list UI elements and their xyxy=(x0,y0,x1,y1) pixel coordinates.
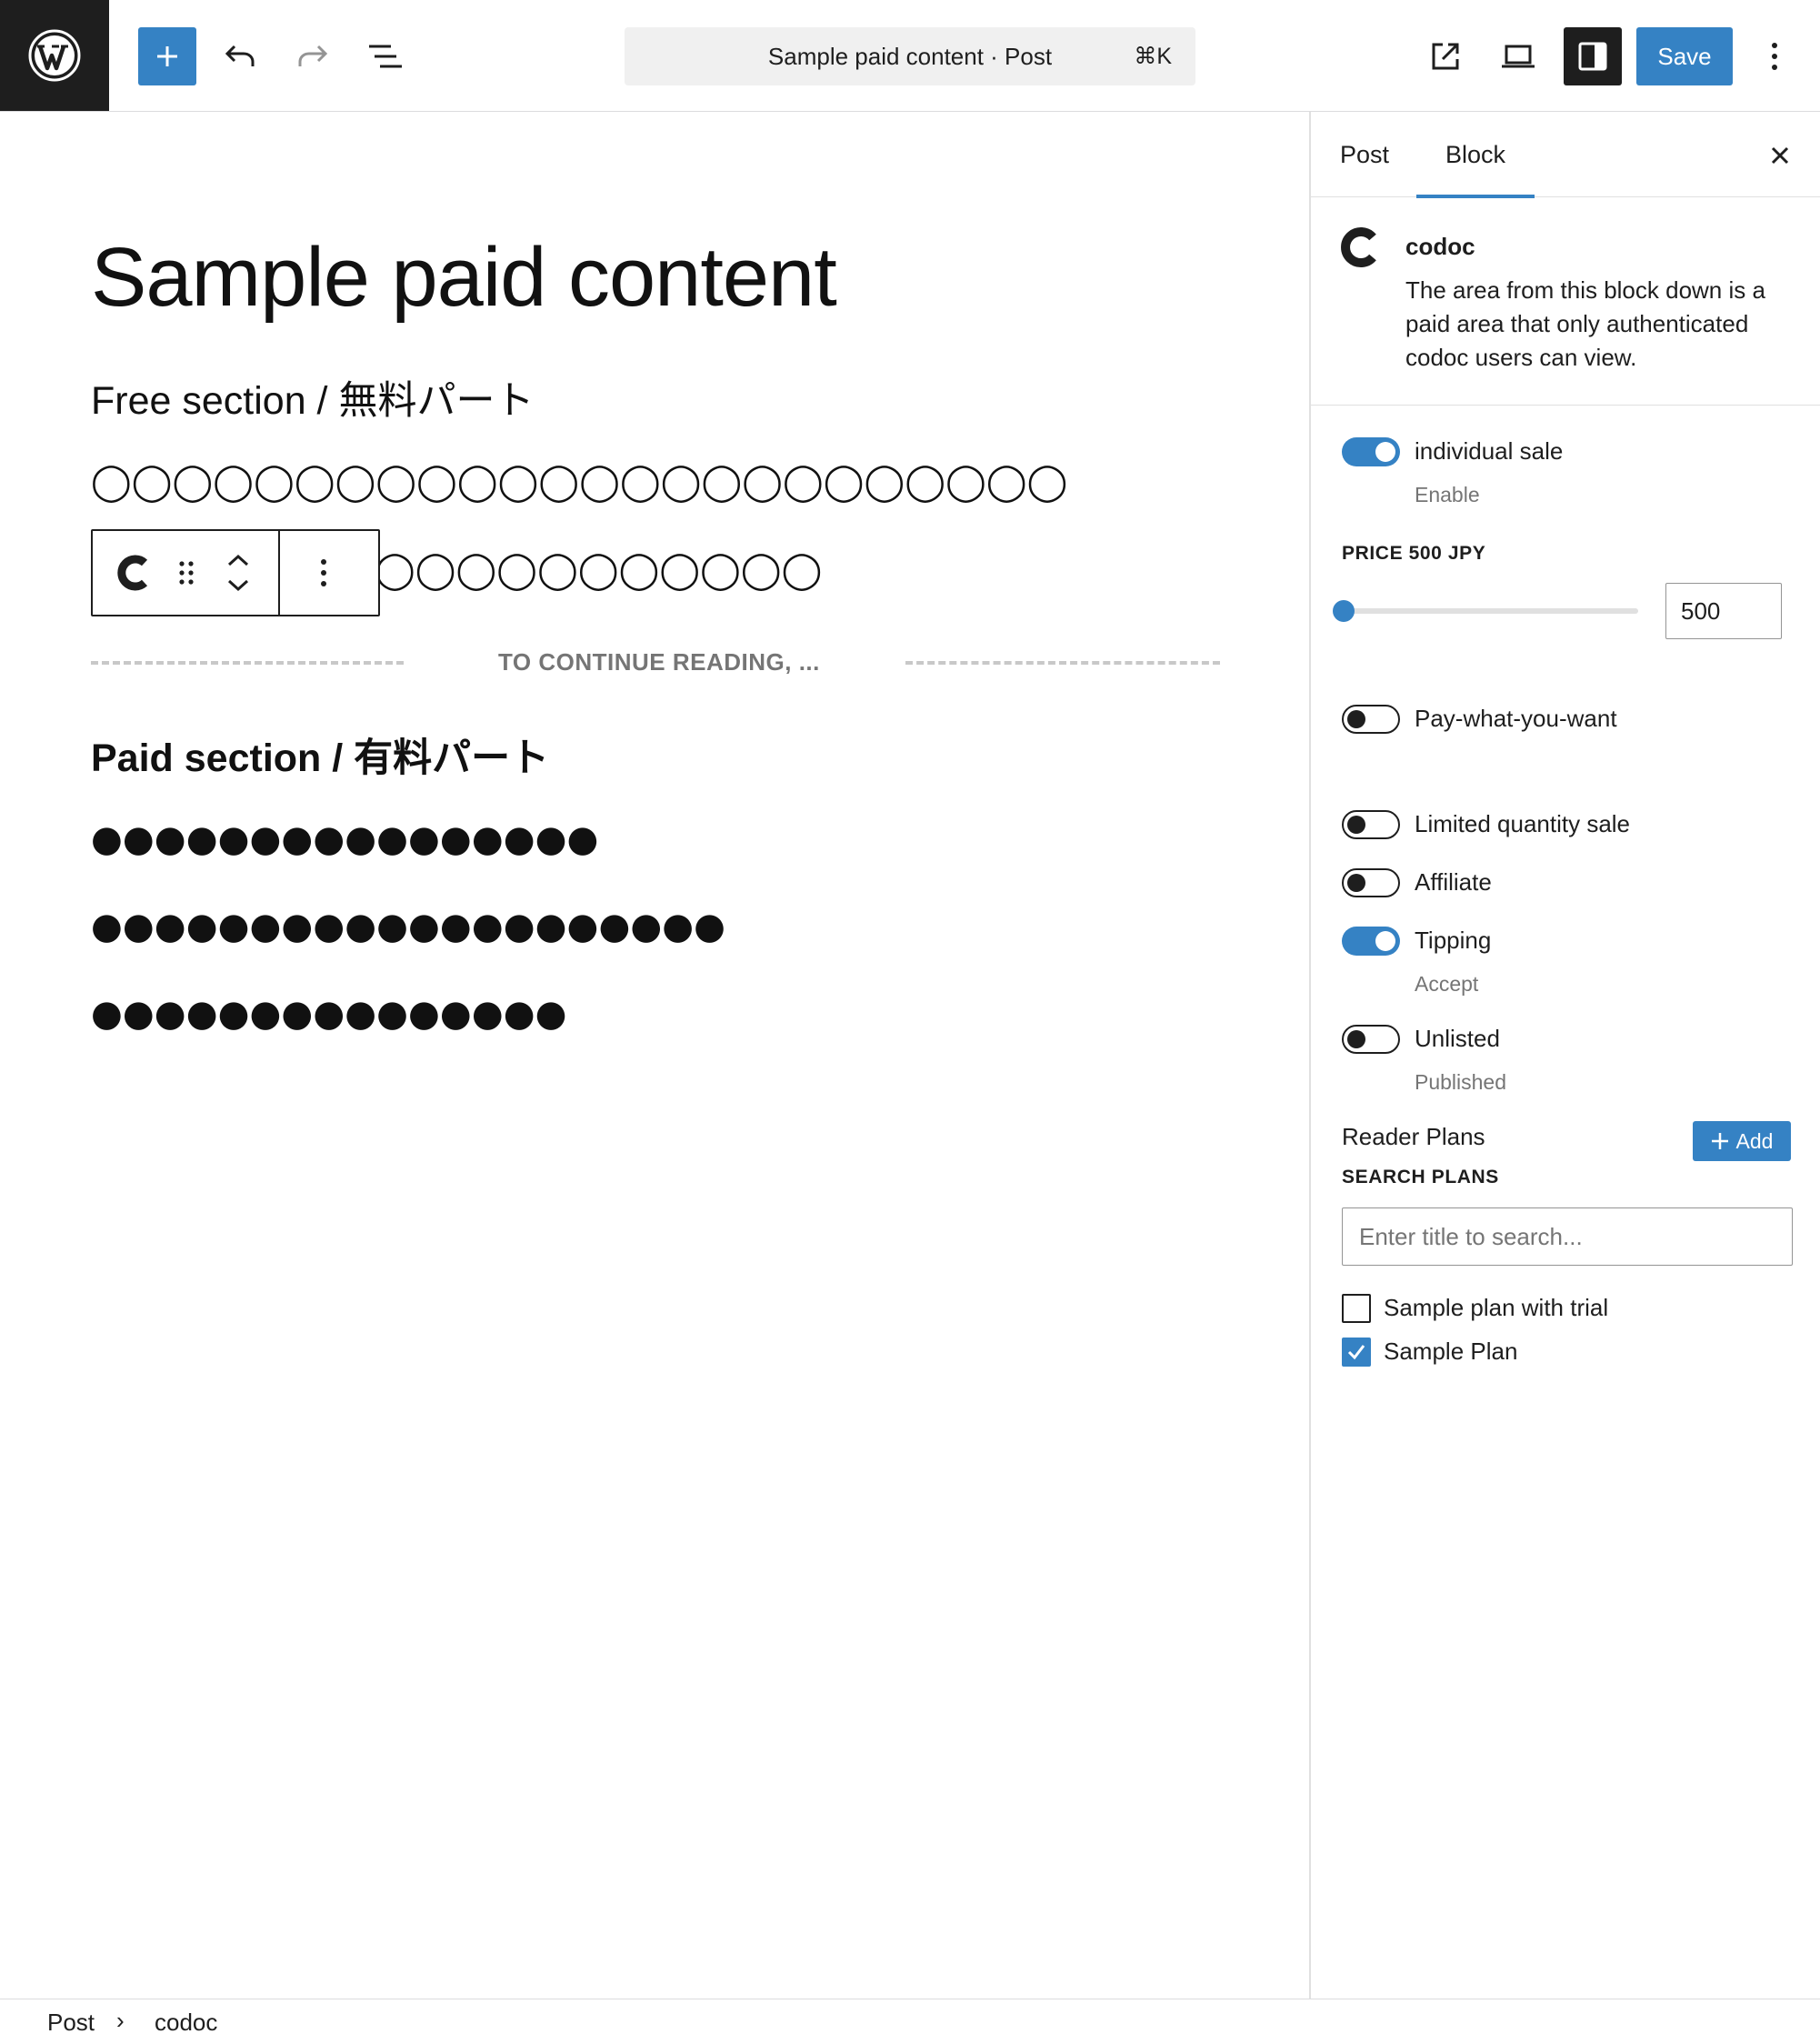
block-breadcrumb: Post › codoc xyxy=(0,1999,1820,2044)
block-toolbar xyxy=(91,529,380,616)
pay-what-you-want-toggle[interactable] xyxy=(1342,705,1400,734)
chevron-up-icon[interactable] xyxy=(226,554,250,566)
paid-paragraph-3[interactable]: ●●●●●●●●●●●●●●● xyxy=(91,992,567,1036)
plan-label-sample-plan-with-trial[interactable]: Sample plan with trial xyxy=(1384,1294,1608,1322)
block-inserter-button[interactable] xyxy=(138,27,196,85)
view-post-button[interactable] xyxy=(1416,27,1475,85)
settings-sidebar-toggle[interactable] xyxy=(1564,27,1622,85)
chevron-right-icon: › xyxy=(116,2007,125,2034)
save-button[interactable]: Save xyxy=(1636,27,1733,85)
tipping-help: Accept xyxy=(1415,972,1479,996)
limited-quantity-label: Limited quantity sale xyxy=(1415,810,1631,837)
paid-section-heading[interactable]: Paid section / 有料パート xyxy=(91,726,549,783)
codoc-icon xyxy=(1341,227,1376,267)
settings-sidebar: Post Block codoc The area from this bloc… xyxy=(1311,112,1820,1999)
block-name: codoc xyxy=(1405,233,1475,260)
paid-paragraph-1[interactable]: ●●●●●●●●●●●●●●●● xyxy=(91,817,598,861)
individual-sale-label: individual sale xyxy=(1415,437,1564,465)
plus-icon xyxy=(157,46,177,66)
unlisted-label: Unlisted xyxy=(1415,1025,1500,1052)
add-plan-label: Add xyxy=(1735,1128,1774,1153)
breadcrumb-post[interactable]: Post xyxy=(47,2009,95,2037)
free-paragraph-2[interactable]: ◯◯◯◯◯◯◯◯◯◯◯ xyxy=(375,548,822,592)
codoc-block-type-button[interactable] xyxy=(93,531,162,615)
undo-icon xyxy=(225,45,255,66)
more-vertical-icon xyxy=(321,559,326,586)
post-title[interactable]: Sample paid content xyxy=(91,230,837,326)
tab-post[interactable]: Post xyxy=(1311,112,1418,197)
command-palette-button[interactable]: Sample paid content · Post ⌘K xyxy=(625,27,1195,85)
individual-sale-toggle[interactable] xyxy=(1342,437,1400,466)
price-label: PRICE 500 JPY xyxy=(1342,543,1486,564)
codoc-icon xyxy=(117,555,148,591)
block-options-button[interactable] xyxy=(280,531,367,615)
drag-handle-icon xyxy=(179,561,194,585)
pay-what-you-want-label: Pay-what-you-want xyxy=(1415,705,1617,732)
editor-canvas[interactable]: Sample paid content Free section / 無料パート… xyxy=(0,112,1309,1999)
price-slider[interactable] xyxy=(1333,600,1638,622)
close-sidebar-button[interactable] xyxy=(1756,132,1804,179)
unlisted-help: Published xyxy=(1415,1070,1507,1094)
sidebar-icon xyxy=(1578,42,1607,71)
free-paragraph-1[interactable]: ◯◯◯◯◯◯◯◯◯◯◯◯◯◯◯◯◯◯◯◯◯◯◯◯ xyxy=(91,460,1067,504)
list-view-icon xyxy=(369,45,402,68)
affiliate-toggle[interactable] xyxy=(1342,868,1400,897)
continue-reading-text[interactable]: TO CONTINUE READING, ... xyxy=(498,648,820,676)
free-section-heading[interactable]: Free section / 無料パート xyxy=(91,369,534,426)
block-description: The area from this block down is a paid … xyxy=(1405,276,1765,371)
affiliate-label: Affiliate xyxy=(1415,868,1492,896)
redo-icon xyxy=(298,45,328,66)
limited-quantity-toggle[interactable] xyxy=(1342,810,1400,839)
chevron-down-icon[interactable] xyxy=(226,579,250,592)
sidebar-tabs: Post Block xyxy=(1311,112,1820,198)
desktop-icon xyxy=(1502,45,1535,68)
unlisted-toggle[interactable] xyxy=(1342,1025,1400,1054)
external-link-icon xyxy=(1432,43,1459,70)
keyboard-shortcut: ⌘K xyxy=(1134,44,1172,69)
wordpress-logo-icon[interactable] xyxy=(0,0,109,111)
close-icon xyxy=(1771,146,1789,165)
add-plan-button[interactable]: Add xyxy=(1693,1121,1791,1161)
search-plans-input[interactable] xyxy=(1342,1207,1793,1266)
tipping-toggle[interactable] xyxy=(1342,927,1400,956)
tipping-label: Tipping xyxy=(1415,927,1492,954)
plan-label-sample-plan[interactable]: Sample Plan xyxy=(1384,1338,1517,1366)
document-title: Sample paid content · Post xyxy=(767,42,1053,70)
options-button[interactable] xyxy=(1745,27,1804,85)
price-input[interactable]: 500 xyxy=(1665,583,1782,639)
more-divider-left xyxy=(91,661,404,665)
plus-icon xyxy=(1711,1133,1728,1149)
individual-sale-help: Enable xyxy=(1415,483,1480,506)
move-up-down-buttons[interactable] xyxy=(211,531,265,615)
plan-checkbox-sample-plan[interactable] xyxy=(1342,1338,1371,1367)
preview-button[interactable] xyxy=(1489,27,1547,85)
block-card: codoc The area from this block down is a… xyxy=(1311,198,1820,406)
tab-block[interactable]: Block xyxy=(1416,112,1535,198)
checkmark-icon xyxy=(1347,1345,1365,1360)
breadcrumb-codoc[interactable]: codoc xyxy=(155,2009,217,2037)
undo-button[interactable] xyxy=(211,27,269,85)
document-overview-button[interactable] xyxy=(356,27,415,85)
paid-paragraph-2[interactable]: ●●●●●●●●●●●●●●●●●●●● xyxy=(91,905,725,948)
reader-plans-title: Reader Plans xyxy=(1342,1123,1485,1150)
more-divider-right xyxy=(905,661,1220,665)
search-plans-label: SEARCH PLANS xyxy=(1342,1167,1499,1187)
drag-handle[interactable] xyxy=(162,531,211,615)
price-slider-thumb[interactable] xyxy=(1333,600,1355,622)
plan-checkbox-sample-plan-with-trial[interactable] xyxy=(1342,1294,1371,1323)
redo-button[interactable] xyxy=(284,27,342,85)
editor-header: Sample paid content · Post ⌘K Save xyxy=(0,0,1820,112)
more-vertical-icon xyxy=(1772,43,1777,70)
